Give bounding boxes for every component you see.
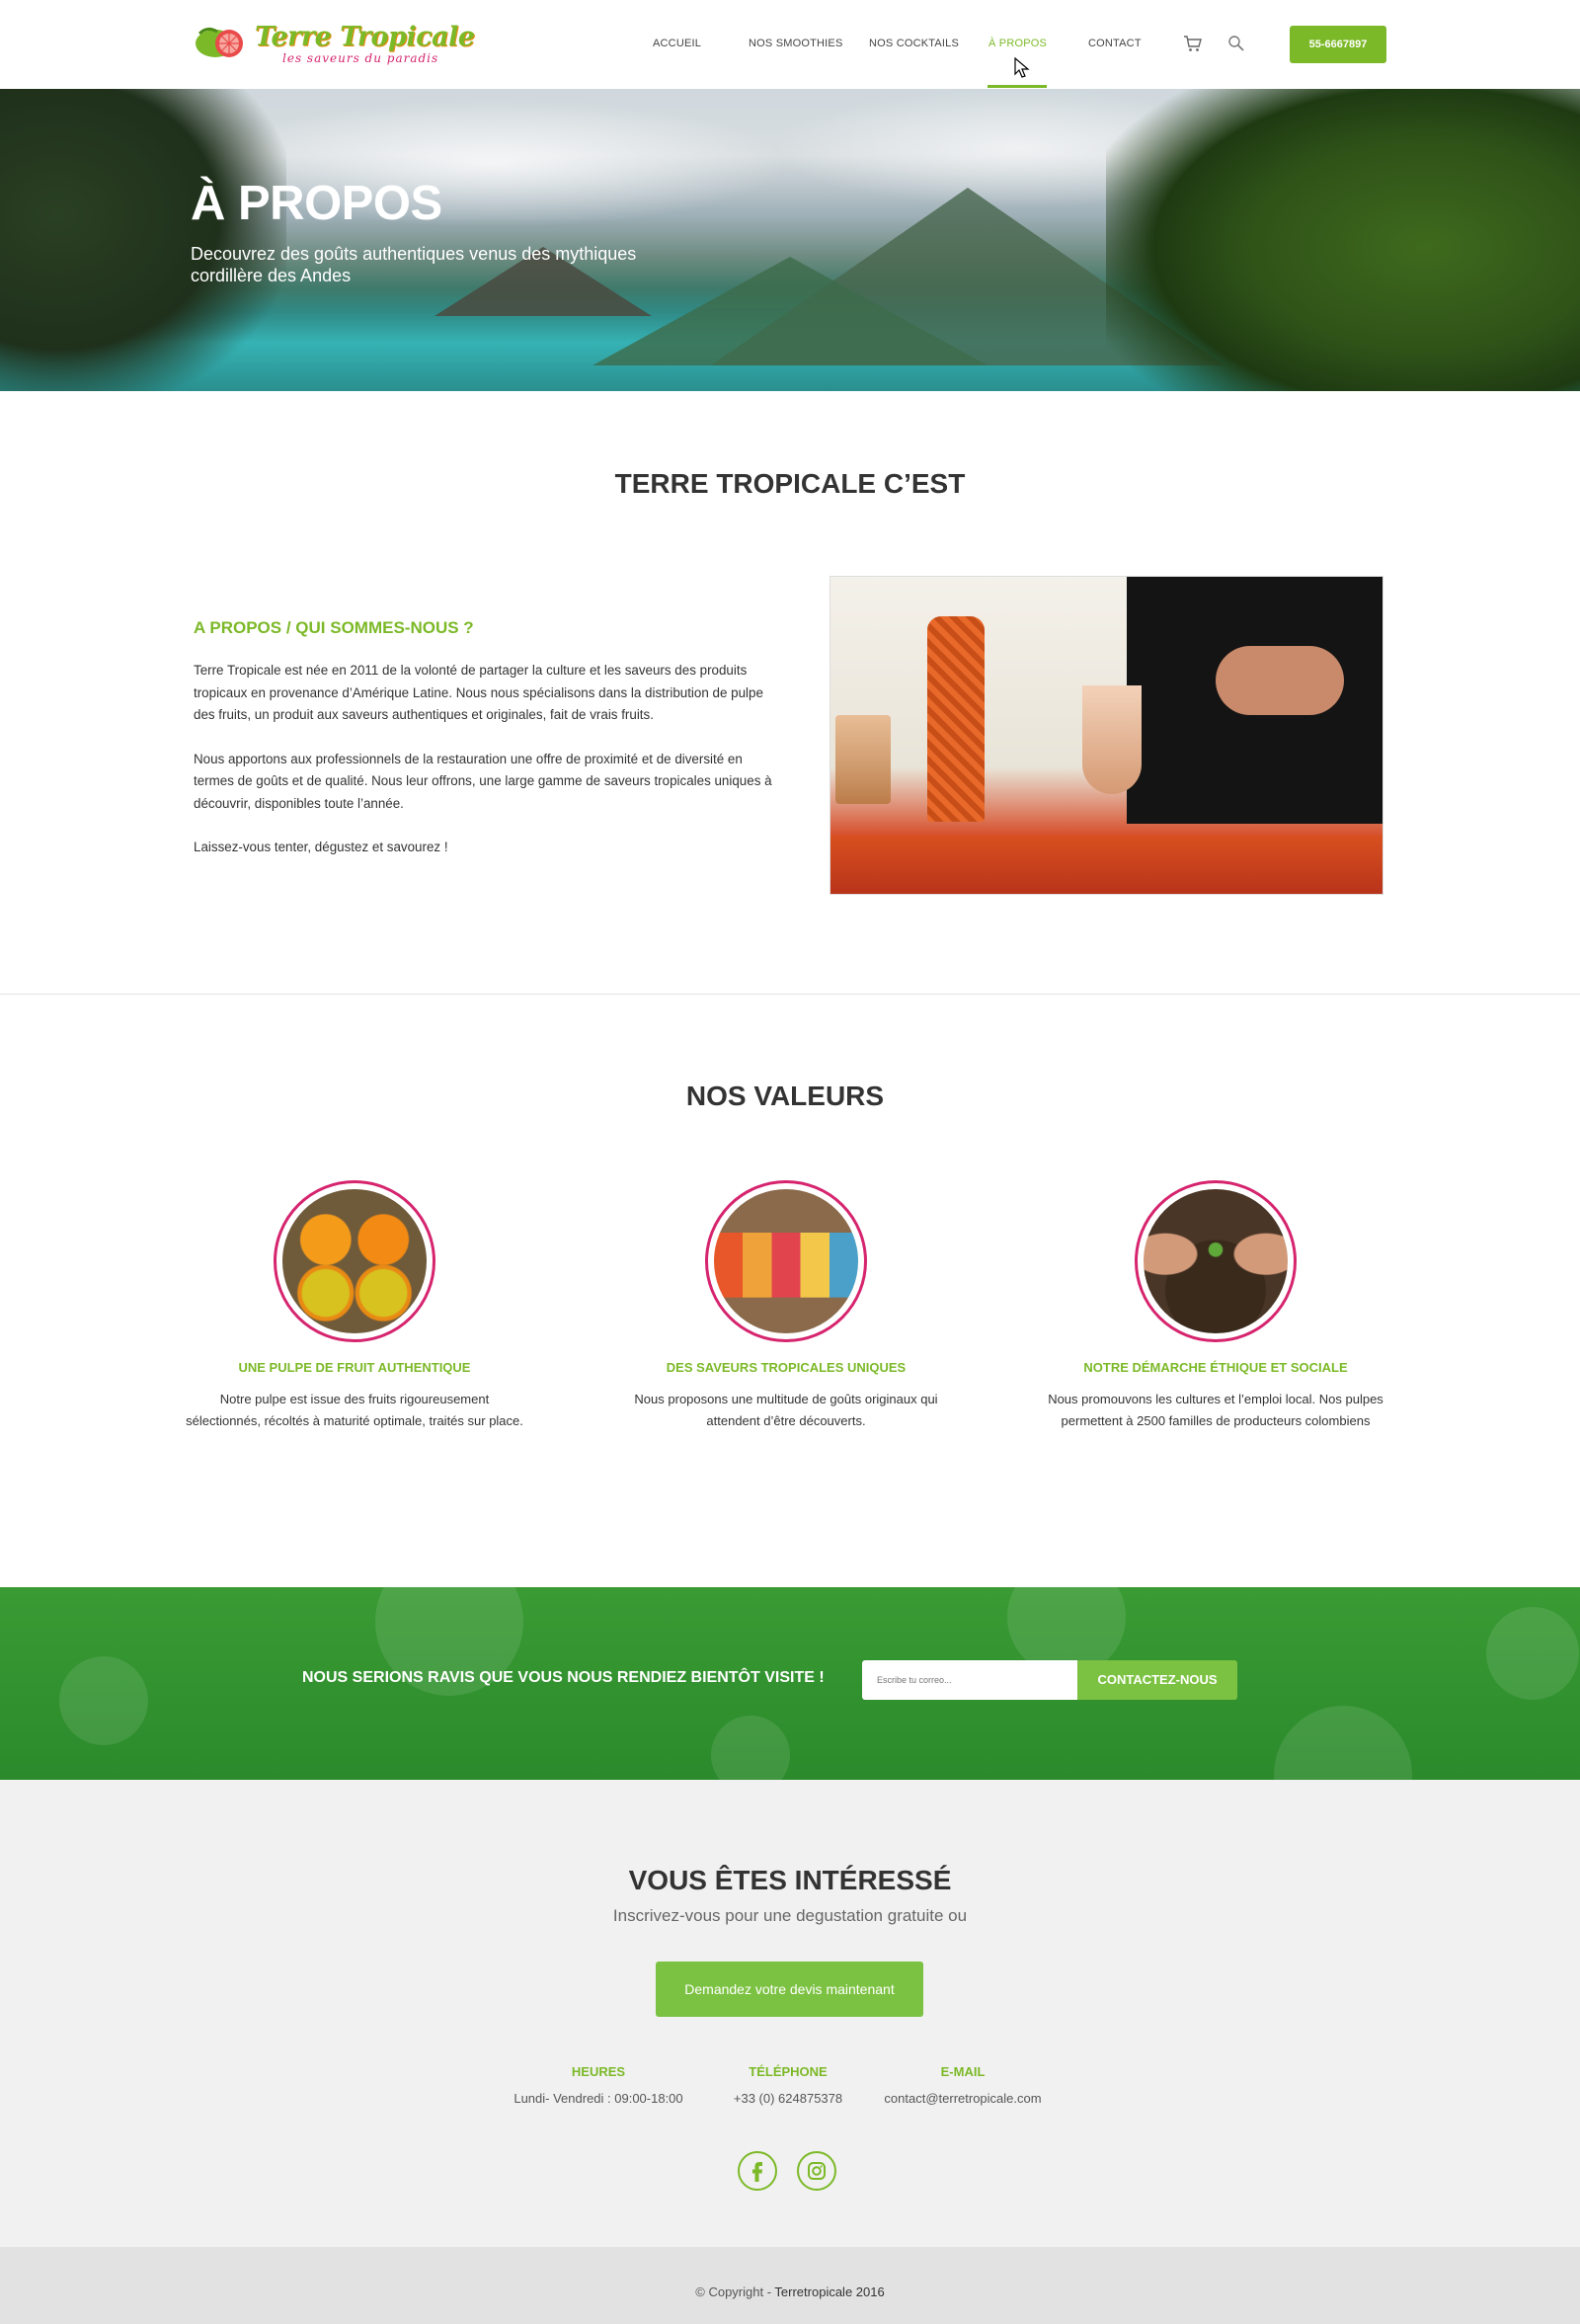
hands-soil-photo <box>1144 1189 1288 1333</box>
info-label: HEURES <box>571 2064 626 2079</box>
visit-band: NOUS SERIONS RAVIS QUE VOUS NOUS RENDIEZ… <box>0 1587 1580 1780</box>
value-image-hands-soil <box>1135 1180 1297 1342</box>
value-title: UNE PULPE DE FRUIT AUTHENTIQUE <box>238 1360 471 1375</box>
facebook-link[interactable] <box>738 2151 777 2191</box>
photo-hand <box>1216 646 1344 715</box>
photo-cocktail-glass <box>1082 685 1142 794</box>
value-card-authentic: UNE PULPE DE FRUIT AUTHENTIQUE Notre pul… <box>172 1180 537 1432</box>
oranges-photo <box>282 1189 427 1333</box>
about-text: Terre Tropicale est née en 2011 de la vo… <box>194 660 786 881</box>
info-hours: HEURES Lundi- Vendredi : 09:00-18:00 <box>500 2064 697 2106</box>
photo-siphon-bottle <box>927 616 985 822</box>
site-footer: © Copyright - Terretropicale 2016 <box>0 2247 1580 2324</box>
photo-glass <box>835 715 891 804</box>
photo-table <box>830 836 1382 894</box>
section-title-about: TERRE TROPICALE C’EST <box>614 468 966 499</box>
phone-button[interactable]: 55-6667897 <box>1290 26 1386 63</box>
bokeh-decoration <box>711 1716 790 1780</box>
about-paragraph: Nous apportons aux professionnels de la … <box>194 751 772 811</box>
nav-item-contact[interactable]: CONTACT <box>1088 38 1142 49</box>
hero-mountain <box>592 257 988 365</box>
info-label: E-MAIL <box>940 2064 986 2079</box>
copyright-name[interactable]: Terretropicale 2016 <box>774 2284 884 2299</box>
bokeh-decoration <box>1486 1607 1579 1700</box>
facebook-icon <box>752 2162 762 2182</box>
request-quote-button[interactable]: Demandez votre devis maintenant <box>656 1962 923 2017</box>
contact-subtitle: Inscrivez-vous pour une degustation grat… <box>612 1906 968 1925</box>
email-input[interactable] <box>862 1660 1077 1700</box>
active-nav-indicator <box>988 85 1047 88</box>
value-text: Nous promouvons les cultures et l’emploi… <box>1048 1392 1383 1428</box>
mouse-cursor-icon <box>1014 57 1030 78</box>
cocktails-photo <box>714 1189 858 1333</box>
info-label: TÉLÉPHONE <box>749 2064 828 2079</box>
nav-item-accueil[interactable]: ACCUEIL <box>653 38 701 49</box>
info-value[interactable]: +33 (0) 624875378 <box>709 2091 867 2106</box>
bokeh-decoration <box>59 1656 148 1745</box>
nav-item-nos-cocktails[interactable]: NOS COCKTAILS <box>869 38 959 49</box>
logo-tagline: les saveurs du paradis <box>282 51 439 65</box>
value-card-ethics: NOTRE DÉMARCHE ÉTHIQUE ET SOCIALE Nous p… <box>1033 1180 1398 1432</box>
hero-palms <box>1106 89 1580 391</box>
copyright: © Copyright - Terretropicale 2016 <box>0 2284 1580 2299</box>
info-value: Lundi- Vendredi : 09:00-18:00 <box>514 2091 683 2106</box>
site-logo[interactable]: Terre Tropicale les saveurs du paradis <box>194 20 475 65</box>
value-text: Nous proposons une multitude de goûts or… <box>634 1392 938 1428</box>
instagram-link[interactable] <box>797 2151 836 2191</box>
fruit-logo-icon <box>196 27 243 57</box>
hero-banner: À PROPOS Decouvrez des goûts authentique… <box>0 89 1580 391</box>
contact-section: VOUS ÊTES INTÉRESSÉ Inscrivez-vous pour … <box>0 1780 1580 2247</box>
info-email: E-MAIL contact@terretropicale.com <box>879 2064 1047 2106</box>
info-phone: TÉLÉPHONE +33 (0) 624875378 <box>709 2064 867 2106</box>
bartender-photo <box>830 576 1383 895</box>
section-divider <box>0 994 1580 995</box>
hero-trees <box>0 89 286 391</box>
instagram-icon <box>808 2162 826 2180</box>
hero-subtitle: Decouvrez des goûts authentiques venus d… <box>191 244 637 285</box>
page-title: À PROPOS <box>191 177 442 230</box>
contact-title: VOUS ÊTES INTÉRESSÉ <box>628 1865 952 1895</box>
value-card-flavors: DES SAVEURS TROPICALES UNIQUES Nous prop… <box>603 1180 969 1432</box>
about-paragraph: Terre Tropicale est née en 2011 de la vo… <box>194 663 763 722</box>
bokeh-decoration <box>1274 1706 1412 1780</box>
contact-us-button[interactable]: CONTACTEZ-NOUS <box>1077 1660 1237 1700</box>
cart-icon[interactable] <box>1183 34 1203 53</box>
section-title-values: NOS VALEURS <box>685 1081 885 1111</box>
about-heading: A PROPOS / QUI SOMMES-NOUS ? <box>194 618 474 637</box>
value-image-oranges <box>274 1180 435 1342</box>
value-title: DES SAVEURS TROPICALES UNIQUES <box>666 1360 907 1375</box>
visit-message: NOUS SERIONS RAVIS QUE VOUS NOUS RENDIEZ… <box>302 1669 825 1686</box>
value-image-cocktails <box>705 1180 867 1342</box>
info-value[interactable]: contact@terretropicale.com <box>879 2091 1047 2106</box>
nav-item-a-propos[interactable]: À PROPOS <box>988 38 1047 49</box>
search-icon[interactable] <box>1227 35 1245 52</box>
value-text: Notre pulpe est issue des fruits rigoure… <box>186 1392 523 1428</box>
copyright-prefix: © Copyright - <box>695 2284 775 2299</box>
value-title: NOTRE DÉMARCHE ÉTHIQUE ET SOCIALE <box>1083 1360 1348 1375</box>
logo-title: Terre Tropicale <box>255 22 475 52</box>
site-header: Terre Tropicale les saveurs du paradis A… <box>0 0 1580 89</box>
nav-item-nos-smoothies[interactable]: NOS SMOOTHIES <box>749 38 843 49</box>
about-paragraph: Laissez-vous tenter, dégustez et savoure… <box>194 840 448 854</box>
